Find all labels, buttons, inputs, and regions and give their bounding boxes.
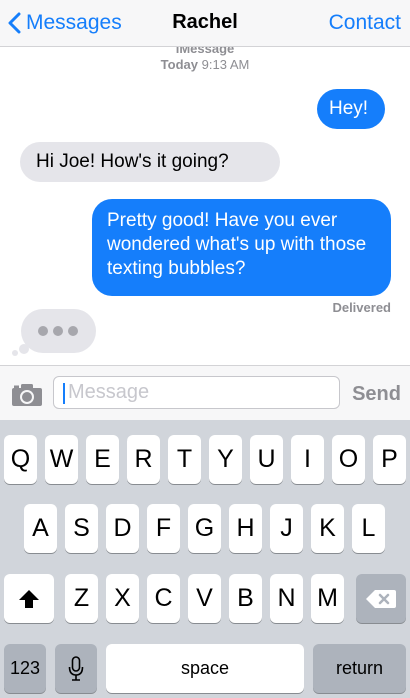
key-v[interactable]: V [188,574,221,623]
key-n[interactable]: N [270,574,303,623]
key-g[interactable]: G [188,504,221,553]
messages-screen: Messages Rachel Contact iMessage Today 9… [0,0,410,698]
message-input[interactable]: Message [53,376,340,409]
send-button[interactable]: Send [352,383,401,406]
backspace-icon [366,590,396,609]
camera-icon[interactable] [10,382,44,408]
typing-tail-dot [19,344,29,354]
key-i[interactable]: I [291,435,324,484]
timestamp: Today 9:13 AM [0,57,410,72]
key-t[interactable]: T [168,435,201,484]
key-d[interactable]: D [106,504,139,553]
message-input-placeholder: Message [68,381,150,403]
key-k[interactable]: K [311,504,344,553]
key-h[interactable]: H [229,504,262,553]
key-f[interactable]: F [147,504,180,553]
key-q[interactable]: Q [4,435,37,484]
key-r[interactable]: R [127,435,160,484]
key-j[interactable]: J [270,504,303,553]
outgoing-message-bubble[interactable]: Pretty good! Have you ever wondered what… [92,199,391,296]
typing-dot [53,326,63,336]
text-cursor [63,383,65,404]
key-s[interactable]: S [65,504,98,553]
space-key[interactable]: space [106,644,304,693]
timestamp-day: Today [160,57,198,72]
navigation-bar: Messages Rachel Contact [0,0,410,47]
keyboard: Q W E R T Y U I O P A S D F G H J K L Z … [0,420,410,698]
delete-key[interactable] [356,574,406,623]
back-button-label: Messages [26,11,122,34]
shift-arrow-icon [19,590,39,609]
key-y[interactable]: Y [209,435,242,484]
numbers-key[interactable]: 123 [4,644,46,693]
key-w[interactable]: W [45,435,78,484]
chevron-left-icon [8,12,21,34]
message-input-bar: Message Send [0,365,410,421]
timestamp-time: 9:13 AM [201,57,250,72]
typing-indicator [21,309,96,353]
key-m[interactable]: M [311,574,344,623]
microphone-icon [68,656,84,682]
key-e[interactable]: E [86,435,119,484]
typing-dot [38,326,48,336]
contact-button[interactable]: Contact [329,11,401,35]
incoming-message-bubble[interactable]: Hi Joe! How's it going? [20,142,280,182]
outgoing-message-bubble[interactable]: Hey! [317,89,385,129]
key-u[interactable]: U [250,435,283,484]
delivery-status: Delivered [332,300,391,315]
dictation-key[interactable] [55,644,97,693]
key-a[interactable]: A [24,504,57,553]
key-z[interactable]: Z [65,574,98,623]
shift-key[interactable] [4,574,54,623]
key-p[interactable]: P [373,435,406,484]
typing-dot [68,326,78,336]
key-c[interactable]: C [147,574,180,623]
typing-tail-dot [12,350,18,356]
return-key[interactable]: return [313,644,406,693]
key-o[interactable]: O [332,435,365,484]
key-b[interactable]: B [229,574,262,623]
service-label: iMessage [175,47,235,56]
conversation-view[interactable]: iMessage Today 9:13 AM Hey! Hi Joe! How'… [0,47,410,365]
back-button[interactable]: Messages [8,9,122,37]
key-l[interactable]: L [352,504,385,553]
key-x[interactable]: X [106,574,139,623]
